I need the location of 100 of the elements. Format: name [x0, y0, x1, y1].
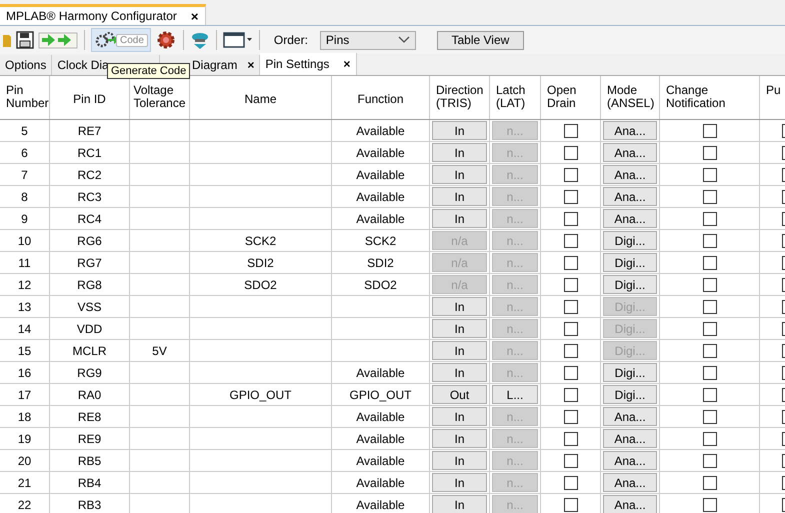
checkbox[interactable]: [702, 256, 716, 270]
window-tab[interactable]: MPLAB® Harmony Configurator ×: [0, 4, 206, 25]
checkbox[interactable]: [702, 498, 716, 512]
checkbox[interactable]: [564, 454, 578, 468]
direction-button[interactable]: In: [432, 121, 487, 140]
checkbox[interactable]: [702, 432, 716, 446]
mode-button[interactable]: Ana...: [603, 473, 657, 492]
gear-icon[interactable]: [154, 29, 177, 51]
close-tab-button[interactable]: ×: [343, 57, 350, 71]
table-view-button[interactable]: Table View: [436, 30, 524, 50]
column-header[interactable]: Function: [332, 76, 430, 119]
checkbox[interactable]: [564, 190, 578, 204]
column-header[interactable]: Voltage Tolerance: [130, 76, 190, 119]
order-dropdown[interactable]: Pins: [320, 30, 416, 50]
close-button[interactable]: ×: [190, 8, 198, 24]
column-header[interactable]: Pin Number: [0, 76, 50, 119]
checkbox[interactable]: [564, 256, 578, 270]
checkbox[interactable]: [564, 234, 578, 248]
checkbox[interactable]: [702, 366, 716, 380]
checkbox[interactable]: [702, 190, 716, 204]
direction-button[interactable]: In: [432, 297, 487, 316]
mode-button[interactable]: Ana...: [603, 495, 657, 513]
column-header[interactable]: Latch (LAT): [490, 76, 541, 119]
table-cell: SDO2: [244, 278, 277, 292]
checkbox[interactable]: [702, 146, 716, 160]
table-cell: SDI2: [247, 256, 274, 270]
direction-button[interactable]: Out: [432, 385, 487, 404]
mode-button[interactable]: Ana...: [603, 121, 657, 140]
checkbox[interactable]: [702, 278, 716, 292]
checkbox[interactable]: [564, 124, 578, 138]
direction-button[interactable]: In: [432, 341, 487, 360]
column-header[interactable]: Mode (ANSEL): [601, 76, 660, 119]
mode-button[interactable]: Digi...: [603, 253, 657, 272]
mode-button[interactable]: Ana...: [603, 407, 657, 426]
table-cell: 19: [18, 432, 32, 446]
direction-button[interactable]: In: [432, 187, 487, 206]
direction-button[interactable]: In: [432, 143, 487, 162]
mode-button[interactable]: Ana...: [603, 451, 657, 470]
direction-button[interactable]: In: [432, 451, 487, 470]
direction-button[interactable]: In: [432, 363, 487, 382]
mode-button[interactable]: Ana...: [603, 209, 657, 228]
table-cell: VSS: [77, 300, 102, 314]
chip-icon[interactable]: [190, 30, 210, 50]
checkbox[interactable]: [564, 476, 578, 490]
close-tab-button[interactable]: ×: [247, 58, 254, 72]
checkbox[interactable]: [564, 146, 578, 160]
checkbox[interactable]: [564, 388, 578, 402]
checkbox[interactable]: [702, 124, 716, 138]
column-header[interactable]: Name: [190, 76, 332, 119]
checkbox[interactable]: [564, 344, 578, 358]
checkbox[interactable]: [702, 410, 716, 424]
window-layout-icon[interactable]: [222, 31, 253, 49]
direction-button[interactable]: In: [432, 319, 487, 338]
table-cell: RG6: [77, 234, 102, 248]
table-cell: Available: [356, 212, 405, 226]
mode-button[interactable]: Digi...: [603, 385, 657, 404]
checkbox[interactable]: [564, 322, 578, 336]
checkbox[interactable]: [702, 300, 716, 314]
checkbox[interactable]: [564, 278, 578, 292]
direction-button[interactable]: In: [432, 473, 487, 492]
mode-button[interactable]: Digi...: [603, 363, 657, 382]
mode-button[interactable]: Digi...: [603, 231, 657, 250]
generate-code-button[interactable]: Code: [91, 28, 151, 52]
checkbox[interactable]: [564, 212, 578, 226]
table-cell: 5V: [152, 344, 167, 358]
latch-button[interactable]: L...: [492, 385, 538, 404]
column-header[interactable]: Pin ID: [50, 76, 130, 119]
tab[interactable]: Pin Settings ×: [260, 53, 358, 75]
column-header[interactable]: Direction (TRIS): [430, 76, 490, 119]
checkbox[interactable]: [564, 410, 578, 424]
table-cell: Available: [356, 476, 405, 490]
save-icon[interactable]: [16, 31, 34, 49]
mode-button[interactable]: Ana...: [603, 143, 657, 162]
mode-button[interactable]: Ana...: [603, 429, 657, 448]
table-cell: Available: [356, 124, 405, 138]
checkbox[interactable]: [564, 168, 578, 182]
column-header[interactable]: Pu: [760, 76, 785, 119]
checkbox[interactable]: [564, 432, 578, 446]
checkbox[interactable]: [564, 366, 578, 380]
checkbox[interactable]: [702, 344, 716, 358]
table-cell: Available: [356, 454, 405, 468]
direction-button[interactable]: In: [432, 165, 487, 184]
direction-button[interactable]: In: [432, 429, 487, 448]
direction-button[interactable]: In: [432, 495, 487, 513]
checkbox[interactable]: [702, 322, 716, 336]
checkbox[interactable]: [702, 212, 716, 226]
checkbox[interactable]: [702, 454, 716, 468]
column-header[interactable]: Open Drain: [541, 76, 601, 119]
direction-button[interactable]: In: [432, 407, 487, 426]
column-header[interactable]: Change Notification: [660, 76, 760, 119]
direction-button[interactable]: In: [432, 209, 487, 228]
checkbox[interactable]: [564, 498, 578, 512]
mode-button[interactable]: Ana...: [603, 187, 657, 206]
mode-button[interactable]: Digi...: [603, 275, 657, 294]
checkbox[interactable]: [702, 234, 716, 248]
checkbox[interactable]: [702, 388, 716, 402]
checkbox[interactable]: [702, 476, 716, 490]
checkbox[interactable]: [702, 168, 716, 182]
checkbox[interactable]: [564, 300, 578, 314]
mode-button[interactable]: Ana...: [603, 165, 657, 184]
